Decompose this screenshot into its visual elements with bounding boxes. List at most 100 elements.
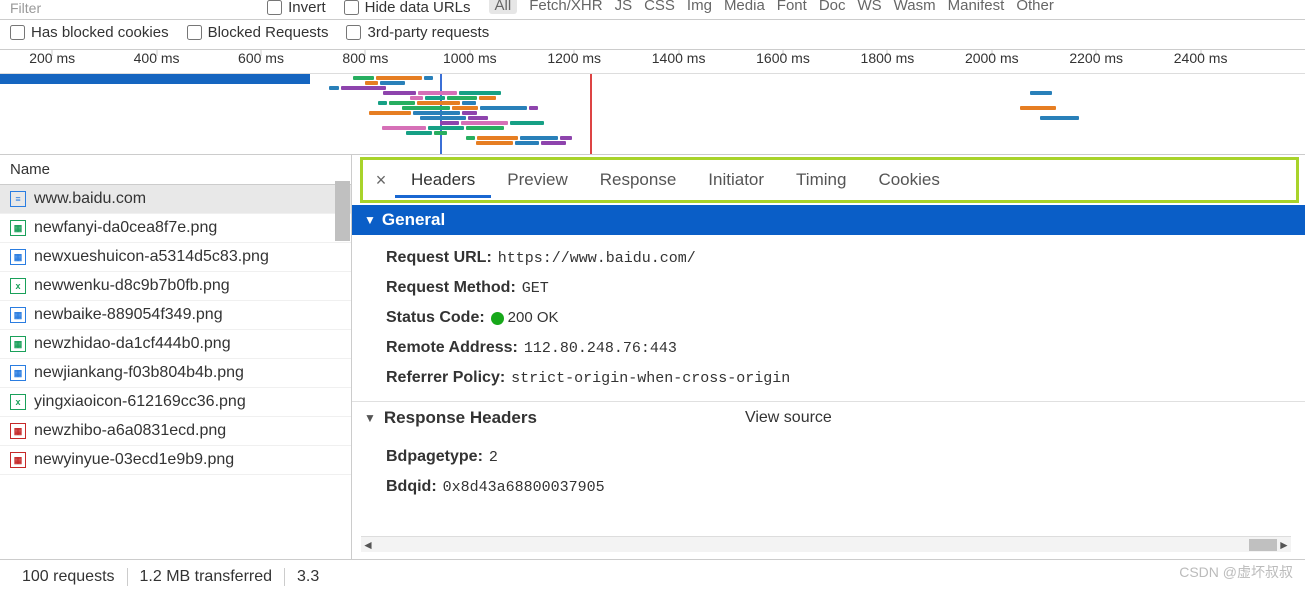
referrer-policy-value: strict-origin-when-cross-origin — [511, 370, 790, 387]
request-row[interactable]: xyingxiaoicon-612169cc36.png — [0, 388, 351, 417]
image-icon: ▦ — [10, 249, 26, 265]
image-icon: ▦ — [10, 220, 26, 236]
request-row[interactable]: ▦newxueshuicon-a5314d5c83.png — [0, 243, 351, 272]
tab-timing[interactable]: Timing — [780, 162, 862, 198]
request-row[interactable]: ▦newjiankang-f03b804b4b.png — [0, 359, 351, 388]
scrollbar-thumb[interactable] — [335, 181, 350, 241]
request-list-panel: Name ≡ www.baidu.com ▦newfanyi-da0cea8f7e.… — [0, 155, 352, 559]
timeline-tick: 1400 ms — [652, 50, 706, 66]
request-name: newbaike-889054f349.png — [34, 306, 223, 324]
general-title: General — [382, 210, 445, 230]
timeline-tick: 1600 ms — [756, 50, 810, 66]
view-source-link[interactable]: View source — [745, 409, 832, 427]
request-row[interactable]: ▦newfanyi-da0cea8f7e.png — [0, 214, 351, 243]
request-row[interactable]: ≡ www.baidu.com — [0, 185, 351, 214]
request-row[interactable]: x newwenku-d8c9b7b0fb.png — [0, 272, 351, 301]
request-name: newzhibo-a6a0831ecd.png — [34, 422, 226, 440]
remote-address-label: Remote Address: — [386, 339, 518, 357]
type-pill-media[interactable]: Media — [724, 0, 765, 14]
status-code-value: 200 OK — [491, 309, 559, 327]
image-icon: ▦ — [10, 307, 26, 323]
third-party-requests-checkbox[interactable]: 3rd-party requests — [346, 24, 489, 41]
request-row[interactable]: ▦ newyinyue-03ecd1e9b9.png — [0, 446, 351, 475]
type-filter-pills: All Fetch/XHR JS CSS Img Media Font Doc WS Wasm Ma… — [489, 0, 1054, 14]
type-pill-wasm[interactable]: Wasm — [894, 0, 936, 14]
has-blocked-cookies-checkbox[interactable]: Has blocked cookies — [10, 24, 169, 41]
scroll-right-icon[interactable]: ► — [1277, 537, 1291, 553]
request-row[interactable]: ▦ newbaike-889054f349.png — [0, 301, 351, 330]
image-icon: ▦ — [10, 452, 26, 468]
tab-preview[interactable]: Preview — [491, 162, 583, 198]
timeline-tick: 2000 ms — [965, 50, 1019, 66]
referrer-policy-label: Referrer Policy: — [386, 369, 505, 387]
scroll-left-icon[interactable]: ◄ — [361, 537, 375, 553]
request-name: newwenku-d8c9b7b0fb.png — [34, 277, 230, 295]
triangle-down-icon: ▼ — [364, 411, 376, 425]
filter-row-options: Has blocked cookies Blocked Requests 3rd… — [0, 20, 1305, 50]
name-column-header[interactable]: Name — [0, 155, 351, 185]
remote-address-value: 112.80.248.76:443 — [524, 340, 677, 357]
response-headers-header[interactable]: ▼ Response Headers View source — [352, 401, 1305, 434]
request-name: newyinyue-03ecd1e9b9.png — [34, 451, 234, 469]
detail-panel: × HeadersPreviewResponseInitiatorTimingC… — [352, 155, 1305, 559]
close-icon[interactable]: × — [367, 170, 395, 191]
response-headers-title: Response Headers — [384, 408, 537, 428]
response-header-key: Bdpagetype: — [386, 448, 483, 466]
status-footer: 100 requests 1.2 MB transferred 3.3 — [0, 560, 1305, 594]
request-name: www.baidu.com — [34, 190, 146, 208]
request-list[interactable]: ≡www.baidu.com▦newfanyi-da0cea8f7e.png▦n… — [0, 185, 351, 559]
type-pill-manifest[interactable]: Manifest — [948, 0, 1005, 14]
request-url-label: Request URL: — [386, 249, 492, 267]
timeline-tick: 2200 ms — [1069, 50, 1123, 66]
hide-data-urls-checkbox[interactable]: Hide data URLs — [344, 0, 471, 16]
tab-headers[interactable]: Headers — [395, 162, 491, 198]
type-pill-fetchxhr[interactable]: Fetch/XHR — [529, 0, 602, 14]
general-kv-block: Request URL: https://www.baidu.com/ Requ… — [352, 235, 1305, 401]
tab-response[interactable]: Response — [584, 162, 693, 198]
tab-initiator[interactable]: Initiator — [692, 162, 780, 198]
tab-cookies[interactable]: Cookies — [862, 162, 955, 198]
filter-input-label[interactable]: Filter — [10, 0, 41, 16]
timeline-tick: 800 ms — [342, 50, 388, 66]
type-pill-js[interactable]: JS — [615, 0, 633, 14]
horizontal-scrollbar[interactable]: ◄ ► — [361, 536, 1291, 552]
request-url-value: https://www.baidu.com/ — [498, 250, 696, 267]
timeline-tick: 1000 ms — [443, 50, 497, 66]
timeline-tick: 1800 ms — [861, 50, 915, 66]
request-row[interactable]: ▦ newzhibo-a6a0831ecd.png — [0, 417, 351, 446]
invert-checkbox[interactable]: Invert — [267, 0, 326, 16]
request-row[interactable]: ▦ newzhidao-da1cf444b0.png — [0, 330, 351, 359]
scrollbar-thumb[interactable] — [1249, 539, 1277, 551]
timeline-overview[interactable]: 200 ms400 ms600 ms800 ms1000 ms1200 ms14… — [0, 50, 1305, 155]
timeline-tick: 1200 ms — [547, 50, 601, 66]
type-pill-img[interactable]: Img — [687, 0, 712, 14]
document-icon: ≡ — [10, 191, 26, 207]
triangle-down-icon: ▼ — [364, 213, 376, 227]
timeline-ruler: 200 ms400 ms600 ms800 ms1000 ms1200 ms14… — [0, 50, 1305, 74]
request-name: newzhidao-da1cf444b0.png — [34, 335, 231, 353]
detail-tabbar: × HeadersPreviewResponseInitiatorTimingC… — [360, 157, 1299, 203]
timeline-tick: 200 ms — [29, 50, 75, 66]
response-header-value: 0x8d43a68800037905 — [443, 479, 605, 496]
main-split: Name ≡ www.baidu.com ▦newfanyi-da0cea8f7e.… — [0, 155, 1305, 560]
x-icon: x — [10, 278, 26, 294]
image-icon: ▦ — [10, 423, 26, 439]
footer-extra: 3.3 — [285, 568, 331, 586]
type-pill-css[interactable]: CSS — [644, 0, 675, 14]
type-pill-ws[interactable]: WS — [858, 0, 882, 14]
status-code-label: Status Code: — [386, 309, 485, 327]
x-icon: x — [10, 394, 26, 410]
image-icon: ▦ — [10, 365, 26, 381]
response-headers-block: Bdpagetype:2Bdqid:0x8d43a68800037905 — [352, 434, 1305, 510]
image-icon: ▦ — [10, 336, 26, 352]
request-method-value: GET — [522, 280, 549, 297]
type-pill-all[interactable]: All — [489, 0, 518, 14]
request-method-label: Request Method: — [386, 279, 516, 297]
general-section-header[interactable]: ▼ General — [352, 205, 1305, 235]
type-pill-other[interactable]: Other — [1016, 0, 1054, 14]
watermark: CSDN @虚坏叔叔 — [1179, 562, 1293, 582]
type-pill-doc[interactable]: Doc — [819, 0, 846, 14]
timeline-bars — [0, 74, 1305, 154]
blocked-requests-checkbox[interactable]: Blocked Requests — [187, 24, 329, 41]
type-pill-font[interactable]: Font — [777, 0, 807, 14]
